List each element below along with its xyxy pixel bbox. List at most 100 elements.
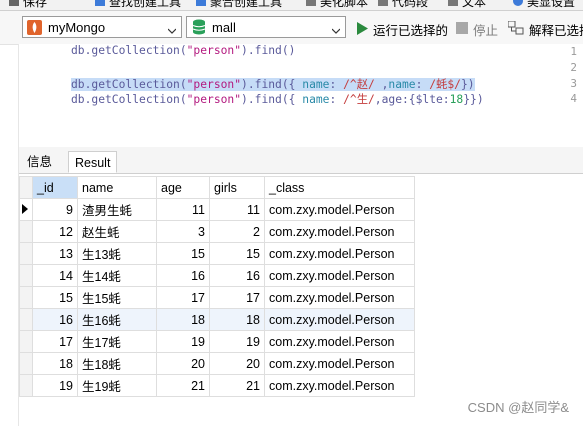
tab-info[interactable]: 信息 xyxy=(21,151,58,173)
cell-id[interactable]: 18 xyxy=(32,352,78,375)
table-row[interactable]: 18 生18蚝 20 20 com.zxy.model.Person xyxy=(19,352,415,375)
column-header-age[interactable]: age xyxy=(156,176,210,199)
row-header[interactable] xyxy=(19,220,33,243)
cell-girls[interactable]: 2 xyxy=(209,220,265,243)
table-row[interactable]: 13 生13蚝 15 15 com.zxy.model.Person xyxy=(19,242,415,265)
cell-age[interactable]: 17 xyxy=(156,286,210,309)
display-icon xyxy=(512,0,524,7)
cell-name[interactable]: 生16蚝 xyxy=(77,308,157,331)
connection-select[interactable]: myMongo xyxy=(22,16,182,38)
cell-id[interactable]: 9 xyxy=(32,198,78,221)
row-header[interactable] xyxy=(19,308,33,331)
explain-selected-button[interactable]: 解释已选择 xyxy=(507,20,583,39)
table-row[interactable]: 12 赵生蚝 3 2 com.zxy.model.Person xyxy=(19,220,415,243)
row-header-corner xyxy=(19,176,33,199)
cell-id[interactable]: 17 xyxy=(32,330,78,353)
cell-id[interactable]: 16 xyxy=(32,308,78,331)
cell-name[interactable]: 生18蚝 xyxy=(77,352,157,375)
cell-name[interactable]: 生17蚝 xyxy=(77,330,157,353)
line-number: 3 xyxy=(570,77,577,90)
cell-name[interactable]: 赵生蚝 xyxy=(77,220,157,243)
code-line-1[interactable]: db.getCollection("person").find() xyxy=(71,44,295,57)
cell-id[interactable]: 15 xyxy=(32,286,78,309)
run-selected-button[interactable]: 运行已选择的 xyxy=(356,20,448,39)
table-row[interactable]: 14 生14蚝 16 16 com.zxy.model.Person xyxy=(19,264,415,287)
table-row[interactable]: 9 渣男生蚝 11 11 com.zxy.model.Person xyxy=(19,198,415,221)
display-settings-button[interactable]: 美显设置 xyxy=(512,0,575,9)
cell-age[interactable]: 11 xyxy=(156,198,210,221)
column-header-id[interactable]: _id xyxy=(32,176,78,199)
code-line-4[interactable]: db.getCollection("person").find({ name: … xyxy=(71,91,484,107)
query-toolbar: myMongo mall 运行已选择的 停止 解释已选择 xyxy=(0,11,583,45)
cell-class[interactable]: com.zxy.model.Person xyxy=(264,330,415,353)
text-button[interactable]: 文本 xyxy=(447,0,486,9)
table-row[interactable]: 17 生17蚝 19 19 com.zxy.model.Person xyxy=(19,330,415,353)
cell-class[interactable]: com.zxy.model.Person xyxy=(264,242,415,265)
cell-class[interactable]: com.zxy.model.Person xyxy=(264,264,415,287)
cell-name[interactable]: 渣男生蚝 xyxy=(77,198,157,221)
cell-girls[interactable]: 19 xyxy=(209,330,265,353)
cell-age[interactable]: 20 xyxy=(156,352,210,375)
snippet-button[interactable]: 代码段 xyxy=(377,0,428,9)
cell-girls[interactable]: 20 xyxy=(209,352,265,375)
save-icon xyxy=(8,0,20,7)
cell-class[interactable]: com.zxy.model.Person xyxy=(264,198,415,221)
cell-age[interactable]: 16 xyxy=(156,264,210,287)
result-tabs: 信息 Result xyxy=(19,147,583,174)
row-header[interactable] xyxy=(19,352,33,375)
code-line-3[interactable]: db.getCollection("person").find({ name: … xyxy=(71,76,475,92)
snippet-icon xyxy=(377,0,389,7)
table-row[interactable]: 15 生15蚝 17 17 com.zxy.model.Person xyxy=(19,286,415,309)
cell-class[interactable]: com.zxy.model.Person xyxy=(264,286,415,309)
cell-girls[interactable]: 16 xyxy=(209,264,265,287)
cell-age[interactable]: 3 xyxy=(156,220,210,243)
cell-name[interactable]: 生15蚝 xyxy=(77,286,157,309)
cell-id[interactable]: 19 xyxy=(32,374,78,397)
row-header[interactable] xyxy=(19,264,33,287)
cell-class[interactable]: com.zxy.model.Person xyxy=(264,220,415,243)
column-header-class[interactable]: _class xyxy=(264,176,415,199)
cell-name[interactable]: 生14蚝 xyxy=(77,264,157,287)
cell-girls[interactable]: 11 xyxy=(209,198,265,221)
cell-class[interactable]: com.zxy.model.Person xyxy=(264,308,415,331)
result-grid: _id name age girls _class 9 渣男生蚝 11 11 com.z… xyxy=(19,176,415,397)
watermark: CSDN @赵同学& xyxy=(467,400,569,415)
cell-age[interactable]: 18 xyxy=(156,308,210,331)
cell-class[interactable]: com.zxy.model.Person xyxy=(264,352,415,375)
cell-age[interactable]: 21 xyxy=(156,374,210,397)
cell-name[interactable]: 生19蚝 xyxy=(77,374,157,397)
database-select[interactable]: mall xyxy=(186,16,346,38)
line-number: 4 xyxy=(570,92,577,105)
row-header[interactable] xyxy=(19,374,33,397)
beautify-icon xyxy=(305,0,317,7)
row-header[interactable] xyxy=(19,330,33,353)
cell-name[interactable]: 生13蚝 xyxy=(77,242,157,265)
cell-girls[interactable]: 18 xyxy=(209,308,265,331)
save-button[interactable]: 保存 xyxy=(8,0,47,9)
cell-id[interactable]: 14 xyxy=(32,264,78,287)
row-header[interactable] xyxy=(19,242,33,265)
aggregate-builder-button[interactable]: 聚合创建工具 xyxy=(195,0,282,9)
column-header-girls[interactable]: girls xyxy=(209,176,265,199)
current-row-indicator[interactable] xyxy=(19,198,33,221)
find-builder-button[interactable]: 查找创建工具 xyxy=(94,0,181,9)
cell-class[interactable]: com.zxy.model.Person xyxy=(264,374,415,397)
top-toolbar: 保存 查找创建工具 聚合创建工具 美化脚本 代码段 文本 美显设置 xyxy=(0,0,583,11)
cell-age[interactable]: 15 xyxy=(156,242,210,265)
table-row[interactable]: 16 生16蚝 18 18 com.zxy.model.Person xyxy=(19,308,415,331)
query-editor[interactable]: 1 2 3 4 db.getCollection("person").find(… xyxy=(19,44,583,144)
row-pointer-icon xyxy=(22,203,28,214)
tab-result[interactable]: Result xyxy=(68,151,118,173)
cell-girls[interactable]: 21 xyxy=(209,374,265,397)
stop-button[interactable]: 停止 xyxy=(456,20,498,39)
column-header-name[interactable]: name xyxy=(77,176,157,199)
cell-id[interactable]: 13 xyxy=(32,242,78,265)
cell-id[interactable]: 12 xyxy=(32,220,78,243)
cell-age[interactable]: 19 xyxy=(156,330,210,353)
cell-girls[interactable]: 17 xyxy=(209,286,265,309)
table-row[interactable]: 19 生19蚝 21 21 com.zxy.model.Person xyxy=(19,374,415,397)
cell-girls[interactable]: 15 xyxy=(209,242,265,265)
row-header[interactable] xyxy=(19,286,33,309)
beautify-button[interactable]: 美化脚本 xyxy=(305,0,368,9)
find-icon xyxy=(94,0,106,7)
